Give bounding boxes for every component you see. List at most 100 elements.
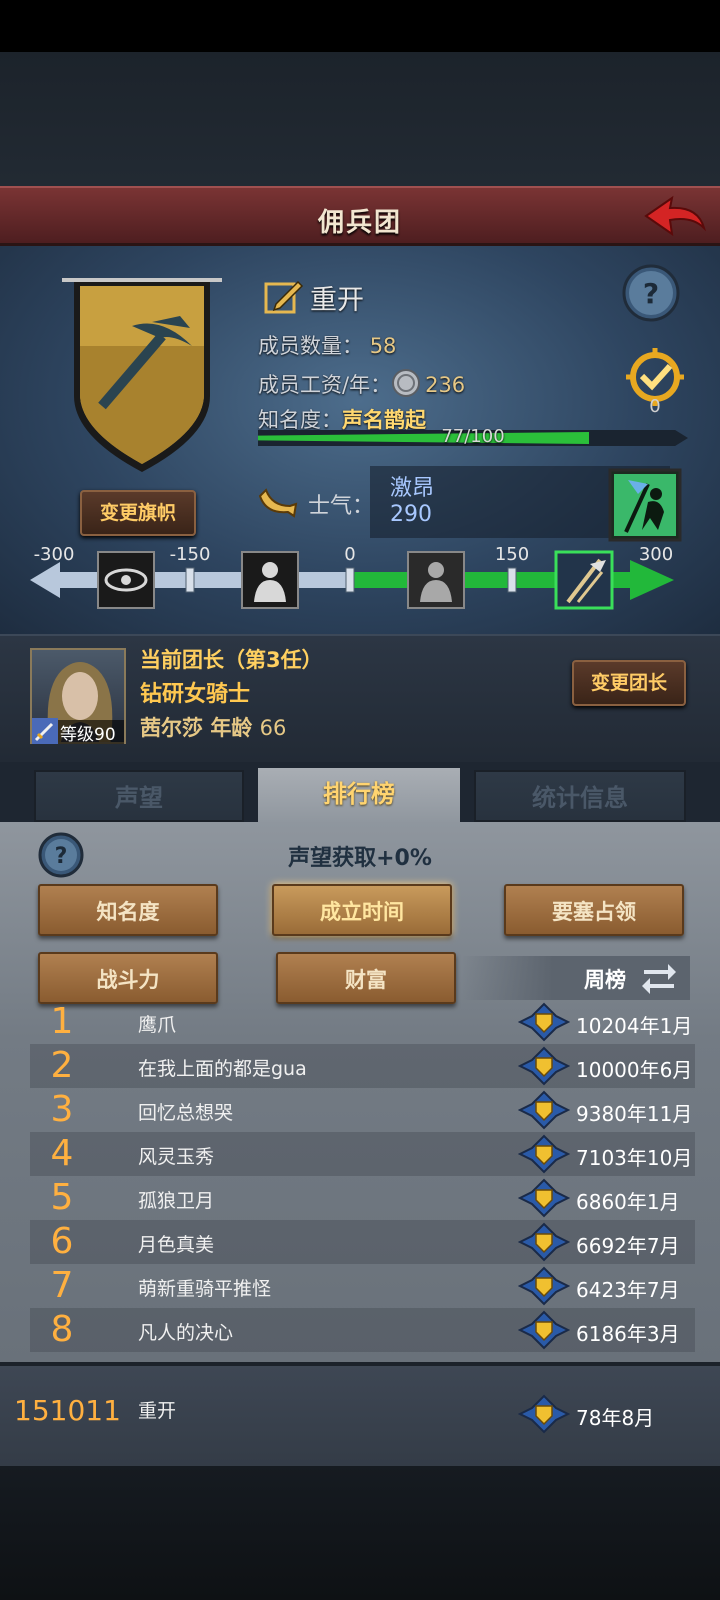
table-row[interactable]: 5 孤狼卫月 6860年1月 <box>30 1176 695 1220</box>
rank-time: 6423年7月 <box>576 1278 680 1302</box>
table-row[interactable]: 8 凡人的决心 6186年3月 <box>30 1308 695 1352</box>
edit-name-icon[interactable] <box>264 276 304 316</box>
my-rank-number: 151011 <box>14 1394 121 1427</box>
table-row[interactable]: 1 鹰爪 10204年1月 <box>30 1000 695 1044</box>
status-bar <box>0 0 720 52</box>
rank-emblem-icon <box>518 1134 570 1174</box>
scale-tick-label: -150 <box>170 544 211 565</box>
rank-time: 10000年6月 <box>576 1058 693 1082</box>
rank-time: 10204年1月 <box>576 1014 693 1038</box>
fame-gain-text: 声望获取+0% <box>288 846 432 871</box>
rank-guild-name: 凡人的决心 <box>138 1322 234 1344</box>
period-toggle[interactable]: 周榜 <box>462 956 690 1000</box>
help-icon[interactable]: ? <box>622 264 680 322</box>
member-count-line: 成员数量： 58 <box>258 330 396 360</box>
ranking-list: 1 鹰爪 10204年1月 2 在我上面的都是gua 10000年6月 3 回忆… <box>30 1000 695 1352</box>
header: 佣兵团 <box>0 186 720 246</box>
tab-ranking[interactable]: 排行榜 <box>258 768 460 824</box>
my-rank-row: 151011 重开 78年8月 <box>0 1362 720 1466</box>
guild-banner <box>62 278 222 472</box>
tab-statistics[interactable]: 统计信息 <box>474 770 686 822</box>
category-power-button[interactable]: 战斗力 <box>38 952 218 1004</box>
leader-panel: 等级90 当前团长（第3任） 钻研女骑士 茜尔莎 年龄 66 变更团长 <box>0 634 720 762</box>
top-backdrop <box>0 52 720 186</box>
swap-arrows-icon <box>642 964 676 994</box>
rank-number: 7 <box>50 1265 74 1306</box>
rank-number: 8 <box>50 1309 74 1350</box>
rank-number: 3 <box>50 1089 74 1130</box>
scale-tick-label: -300 <box>34 544 75 565</box>
wage-value: 236 <box>425 373 466 397</box>
change-flag-button[interactable]: 变更旗帜 <box>80 490 196 536</box>
rank-emblem-icon <box>518 1178 570 1218</box>
rank-number: 5 <box>50 1177 74 1218</box>
leader-name: 茜尔莎 <box>140 716 203 740</box>
leader-age-label: 年龄 <box>210 716 253 740</box>
change-leader-button[interactable]: 变更团长 <box>572 660 686 706</box>
category-founding-time-button[interactable]: 成立时间 <box>272 884 452 936</box>
rank-time: 6860年1月 <box>576 1190 680 1214</box>
category-fortress-button[interactable]: 要塞占领 <box>504 884 684 936</box>
rank-emblem-icon <box>518 1002 570 1042</box>
leader-level-badge: 等级90 <box>32 718 124 745</box>
rank-time: 6186年3月 <box>576 1322 680 1346</box>
morale-value: 290 <box>390 502 432 527</box>
fame-progress-text: 77/100 <box>441 426 505 447</box>
silver-coin-icon <box>392 369 421 397</box>
table-row[interactable]: 4 风灵玉秀 7103年10月 <box>30 1132 695 1176</box>
rank-number: 4 <box>50 1133 74 1174</box>
period-label: 周榜 <box>584 968 626 992</box>
member-count-label: 成员数量： <box>258 334 363 358</box>
horn-icon <box>258 488 298 518</box>
category-wealth-button[interactable]: 财富 <box>276 952 456 1004</box>
rank-emblem-icon <box>518 1222 570 1262</box>
bottom-backdrop <box>0 1466 720 1600</box>
rank-guild-name: 鹰爪 <box>138 1014 177 1036</box>
leader-title: 当前团长（第3任） <box>140 648 323 672</box>
rank-emblem-icon <box>518 1090 570 1130</box>
rank-number: 6 <box>50 1221 74 1262</box>
wage-label: 成员工资/年： <box>258 373 392 397</box>
ranking-panel: ? 声望获取+0% 知名度 成立时间 要塞占领 战斗力 财富 周榜 1 鹰爪 1… <box>0 822 720 1362</box>
rank-guild-name: 风灵玉秀 <box>138 1146 215 1168</box>
guild-panel: 变更旗帜 重开 ? 成员数量： 58 成员工资/年： 236 知名度：声名鹊起 0… <box>0 246 720 634</box>
rank-number: 1 <box>50 1001 74 1042</box>
guild-name: 重开 <box>310 285 364 316</box>
leader-name-line: 茜尔莎 年龄 66 <box>140 712 286 742</box>
leader-class: 钻研女骑士 <box>140 682 251 707</box>
rank-emblem-icon <box>518 1394 570 1434</box>
page-title: 佣兵团 <box>317 208 402 238</box>
morale-calm-icon <box>407 551 465 609</box>
tab-reputation[interactable]: 声望 <box>34 770 244 822</box>
rank-emblem-icon <box>518 1046 570 1086</box>
morale-eye-icon <box>97 551 155 609</box>
my-guild-name: 重开 <box>138 1400 177 1422</box>
svg-text:?: ? <box>643 277 659 310</box>
my-rank-time: 78年8月 <box>576 1406 655 1430</box>
rank-time: 6692年7月 <box>576 1234 680 1258</box>
leader-age: 66 <box>259 716 287 740</box>
rank-number: 2 <box>50 1045 74 1086</box>
rank-time: 9380年11月 <box>576 1102 693 1126</box>
table-row[interactable]: 7 萌新重骑平推怪 6423年7月 <box>30 1264 695 1308</box>
rank-guild-name: 月色真美 <box>138 1234 215 1256</box>
morale-charge-icon <box>554 550 614 610</box>
table-row[interactable]: 6 月色真美 6692年7月 <box>30 1220 695 1264</box>
table-row[interactable]: 3 回忆总想哭 9380年11月 <box>30 1088 695 1132</box>
scale-tick-label: 300 <box>639 544 673 565</box>
scale-tick-label: 0 <box>344 544 355 565</box>
rank-time: 7103年10月 <box>576 1146 693 1170</box>
morale-charge-icon[interactable] <box>608 468 682 542</box>
category-fame-button[interactable]: 知名度 <box>38 884 218 936</box>
sword-icon <box>32 718 58 744</box>
back-arrow-icon[interactable] <box>642 194 708 240</box>
tab-bar: 声望 排行榜 统计信息 <box>0 762 720 824</box>
member-count-value: 58 <box>369 334 397 358</box>
scale-tick-label: 150 <box>495 544 529 565</box>
morale-despair-icon <box>241 551 299 609</box>
reward-count: 0 <box>649 396 661 417</box>
rank-guild-name: 在我上面的都是gua <box>138 1058 307 1080</box>
rank-guild-name: 孤狼卫月 <box>138 1190 215 1212</box>
rank-guild-name: 萌新重骑平推怪 <box>138 1278 272 1300</box>
table-row[interactable]: 2 在我上面的都是gua 10000年6月 <box>30 1044 695 1088</box>
